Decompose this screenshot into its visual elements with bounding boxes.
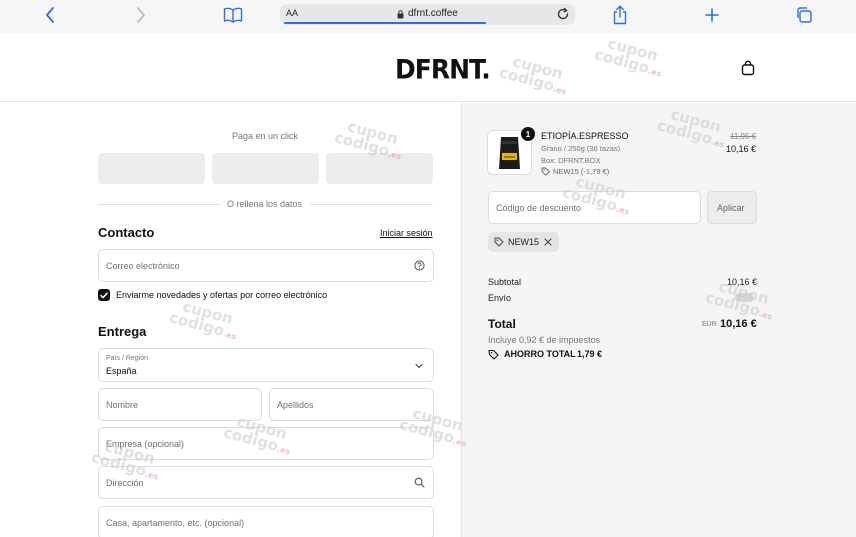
cart-bag-icon[interactable]: [741, 60, 755, 76]
store-logo[interactable]: DFRNT.: [395, 54, 491, 84]
taxes-note: Incluye 0,92 € de impuestos: [488, 335, 601, 345]
product-discount: NEW15 (-1,79 €): [553, 167, 610, 176]
last-name-field[interactable]: Apellidos: [269, 388, 434, 421]
company-placeholder: Empresa (opcional): [106, 439, 185, 449]
share-icon[interactable]: [607, 4, 633, 26]
express-checkout-label: Paga en un click: [232, 131, 299, 141]
savings-label: AHORRO TOTAL: [504, 349, 576, 359]
search-icon: [414, 477, 425, 488]
divider-left: [98, 204, 221, 205]
total-value: 10,16 €: [720, 318, 757, 330]
country-label: País / Región: [106, 355, 149, 362]
address-field[interactable]: Dirección: [98, 466, 434, 499]
check-icon: [100, 291, 108, 298]
product-box: Box: DFRNT.BOX: [541, 156, 601, 165]
product-price: 10,16 €: [726, 144, 757, 154]
or-fill-details-label: O rellena los datos: [227, 199, 303, 209]
bookmarks-icon[interactable]: [220, 4, 246, 26]
close-icon[interactable]: [544, 238, 552, 246]
express-pay-button-1[interactable]: [98, 153, 205, 184]
applied-discount-code: NEW15: [508, 237, 540, 247]
back-icon[interactable]: [37, 4, 63, 26]
total-label: Total: [488, 317, 516, 331]
country-value: España: [106, 366, 137, 376]
shipping-value-loading: [735, 293, 754, 302]
email-placeholder: Correo electrónico: [106, 261, 180, 271]
express-pay-button-2[interactable]: [212, 153, 319, 184]
subtotal-value: 10,16 €: [727, 277, 758, 287]
discount-code-field[interactable]: Código de descuento: [488, 191, 701, 224]
country-select[interactable]: País / Región España: [98, 348, 434, 382]
savings-value: 1,79 €: [577, 349, 603, 359]
product-variant: Grano / 250g (36 tazas): [541, 144, 621, 153]
newsletter-label: Enviarme novedades y ofertas por correo …: [116, 290, 328, 300]
help-icon[interactable]: [414, 260, 425, 271]
express-pay-button-3[interactable]: [326, 153, 433, 184]
discount-code-placeholder: Código de descuento: [496, 203, 582, 213]
login-link[interactable]: Iniciar sesión: [380, 228, 433, 238]
address-placeholder: Dirección: [106, 478, 144, 488]
delivery-heading: Entrega: [98, 324, 147, 339]
tag-icon: [494, 237, 504, 247]
url-text: dfrnt.coffee: [408, 8, 458, 19]
apartment-placeholder: Casa, apartamento, etc. (opcional): [106, 518, 245, 528]
address-bar[interactable]: AA dfrnt.coffee: [280, 4, 575, 25]
apply-button[interactable]: Aplicar: [707, 191, 757, 224]
new-tab-icon[interactable]: [699, 4, 725, 26]
forward-icon[interactable]: [128, 4, 154, 26]
lock-icon: [397, 10, 404, 19]
tag-icon: [541, 167, 550, 176]
subtotal-label: Subtotal: [488, 277, 522, 287]
original-price: 11,95 €: [730, 132, 757, 141]
apply-button-label: Aplicar: [717, 203, 745, 213]
first-name-placeholder: Nombre: [106, 400, 139, 410]
divider-right: [310, 204, 433, 205]
chevron-down-icon: [415, 363, 423, 369]
product-name: ETIOPÍA.ESPRESSO: [541, 131, 629, 141]
currency-code: EUR: [702, 321, 717, 328]
first-name-field[interactable]: Nombre: [98, 388, 262, 421]
applied-discount-tag: NEW15: [488, 232, 559, 252]
watermark: cupon codigo.es: [167, 297, 238, 342]
tabs-overview-icon[interactable]: [791, 4, 817, 26]
savings-tag-icon: [488, 349, 499, 360]
store-header: DFRNT.: [0, 33, 856, 102]
apartment-field[interactable]: Casa, apartamento, etc. (opcional): [98, 506, 434, 537]
reader-text-size-button[interactable]: AA: [286, 8, 298, 18]
contact-heading: Contacto: [98, 225, 155, 240]
quantity-badge: 1: [521, 127, 535, 141]
reload-icon[interactable]: [556, 7, 570, 21]
company-field[interactable]: Empresa (opcional): [98, 427, 434, 460]
newsletter-checkbox[interactable]: [98, 289, 110, 301]
email-field[interactable]: Correo electrónico: [98, 249, 434, 282]
browser-toolbar: AA dfrnt.coffee: [0, 0, 856, 33]
last-name-placeholder: Apellidos: [277, 400, 314, 410]
shipping-label: Envío: [488, 293, 512, 303]
page-load-progress: [284, 22, 486, 24]
